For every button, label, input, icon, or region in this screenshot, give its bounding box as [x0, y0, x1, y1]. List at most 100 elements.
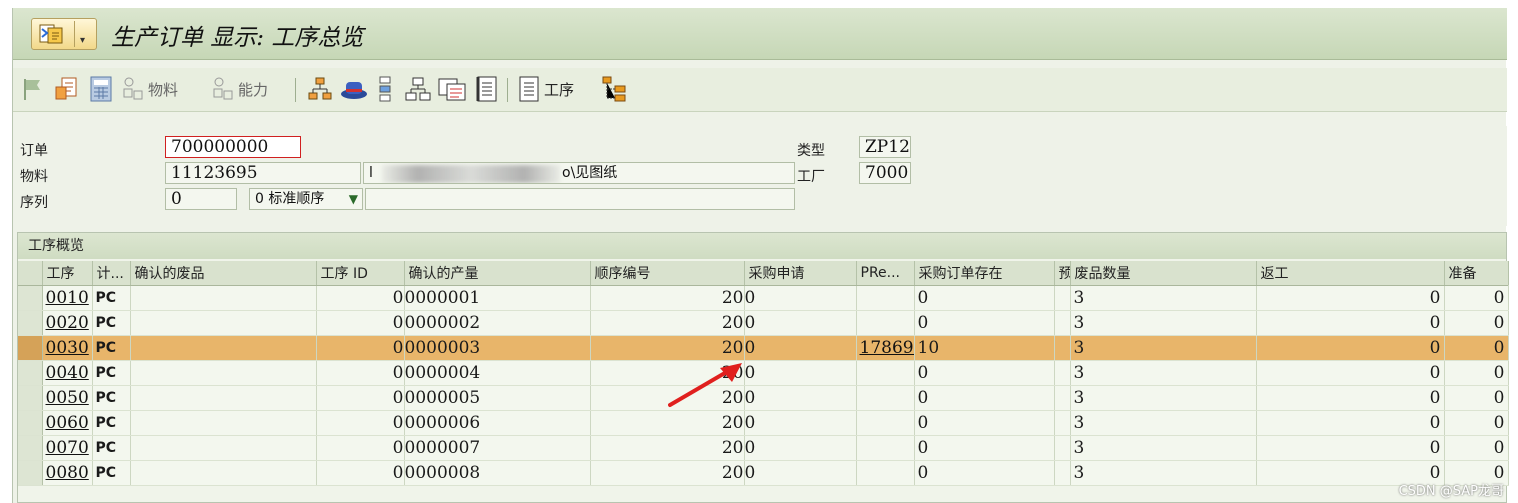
unit-cell: PC [92, 310, 131, 336]
column-header-purchase-requisition[interactable]: 采购申请 [744, 261, 857, 286]
preq-item-cell: 0 [914, 310, 1055, 336]
unit-cell: PC [92, 410, 131, 436]
hierarchy-button[interactable] [307, 74, 333, 104]
scrap-quantity-cell: 0 [1256, 285, 1445, 311]
column-header-preq-item[interactable]: PRe... [856, 261, 915, 286]
operation-id-cell: 0000002 [404, 310, 591, 336]
operation-link[interactable]: 0030 [46, 338, 89, 358]
confirmed-yield-cell: 20 [590, 360, 745, 386]
structure-button[interactable] [405, 74, 431, 104]
material-button[interactable]: 物料 [121, 74, 178, 104]
column-header-confirmed-yield[interactable]: 确认的产量 [404, 261, 591, 286]
sequence-field[interactable]: 0 [165, 188, 237, 210]
structure-icon [405, 77, 431, 101]
detail-icon [476, 76, 497, 102]
calculator-button[interactable] [89, 74, 113, 104]
unit-cell: PC [92, 385, 131, 411]
sap-window: ▾ 生产订单 显示: 工序总览 物料 能力 工序 订单 700000000 物料… [12, 8, 1509, 503]
system-menu-button[interactable]: ▾ [31, 18, 97, 50]
order-info-button[interactable] [53, 74, 81, 104]
workcenter-button[interactable] [339, 74, 369, 104]
application-toolbar: 物料 能力 工序 [13, 68, 1507, 112]
column-header-setup[interactable]: 准备 [1444, 261, 1509, 286]
column-header-operation[interactable]: 工序 [42, 261, 93, 286]
operation-id-cell: 0000003 [404, 335, 591, 361]
select-all-header[interactable] [18, 261, 43, 286]
type-field[interactable]: ZP12 [859, 136, 911, 158]
order-header: 订单 700000000 物料 11123695 l o\见图纸 序列 0 0 … [13, 126, 1507, 226]
operation-link[interactable]: 0040 [46, 363, 89, 383]
column-header-rework[interactable]: 返工 [1256, 261, 1445, 286]
column-header-confirmed-scrap[interactable]: 确认的废品 [130, 261, 317, 286]
table-row[interactable]: 0050PC0000000520003002023.1 [18, 385, 1509, 411]
material-field[interactable]: 11123695 [165, 162, 361, 184]
row-selector[interactable] [18, 310, 43, 336]
material-description-suffix: o\见图纸 [562, 165, 618, 181]
capacity-button[interactable]: 能力 [211, 74, 268, 104]
unit-cell: PC [92, 435, 131, 461]
operation-id-cell: 0000004 [404, 360, 591, 386]
row-selector[interactable] [18, 435, 43, 461]
operation-link[interactable]: 0070 [46, 438, 89, 458]
row-selector[interactable] [18, 285, 43, 311]
table-row[interactable]: 0070PC0000000720003002023.1 [18, 435, 1509, 461]
operation-id-prefix-cell: 0 [316, 360, 405, 386]
sequence-type-dropdown[interactable]: 0 标准顺序 ▼ [249, 188, 363, 210]
sequence-number-cell: 0 [744, 435, 857, 461]
operation-id-prefix-cell: 0 [316, 285, 405, 311]
sequence-button[interactable] [377, 74, 393, 104]
operation-id-cell: 0000006 [404, 410, 591, 436]
unit-cell: PC [92, 335, 131, 361]
operation-link[interactable]: 0080 [46, 463, 89, 483]
column-header-unit[interactable]: 计... [92, 261, 131, 286]
order-field[interactable]: 700000000 [165, 136, 301, 158]
row-selector[interactable] [18, 360, 43, 386]
row-selector[interactable] [18, 460, 43, 486]
operation-id-prefix-cell: 0 [316, 410, 405, 436]
column-header-p[interactable]: 预 [1054, 261, 1071, 286]
detail-button[interactable] [475, 74, 499, 104]
column-header-sequence-number[interactable]: 顺序编号 [590, 261, 745, 286]
confirmed-yield-cell: 20 [590, 410, 745, 436]
table-row[interactable]: 0080PC0000000820003002023.1 [18, 460, 1509, 486]
row-selector[interactable] [18, 385, 43, 411]
column-header-po-exists[interactable]: 采购订单存在 [914, 261, 1055, 286]
operation-link[interactable]: 0060 [46, 413, 89, 433]
table-row[interactable]: 0020PC0000000220003002023.1 [18, 310, 1509, 336]
confirmed-scrap-cell [130, 435, 317, 461]
purchase-requisition-link[interactable]: 17869164 [860, 338, 914, 358]
order-document-icon [39, 24, 63, 44]
capacity-button-label: 能力 [238, 80, 269, 99]
overview-button[interactable] [437, 74, 467, 104]
plant-field[interactable]: 7000 [859, 162, 911, 184]
table-row[interactable]: 0010PC0000000120003002023.1 [18, 285, 1509, 311]
operation-button[interactable]: 工序 [517, 74, 574, 104]
table-row[interactable]: 0030PC0000000320017869164103002023.1 [18, 335, 1509, 361]
rework-cell: 0 [1444, 435, 1509, 461]
operation-id-prefix-cell: 0 [316, 310, 405, 336]
material-description-prefix: l [369, 165, 373, 181]
operation-id-cell: 0000005 [404, 385, 591, 411]
page-title: 生产订单 显示: 工序总览 [111, 25, 364, 51]
row-selector[interactable] [18, 410, 43, 436]
dropdown-arrow-icon: ▼ [348, 192, 358, 206]
flag-button[interactable] [21, 74, 47, 104]
tree-button[interactable] [601, 74, 629, 104]
row-selector[interactable] [18, 335, 43, 361]
table-row[interactable]: 0060PC0000000620003002023.1 [18, 410, 1509, 436]
table-row[interactable]: 0040PC0000000420003002023.1 [18, 360, 1509, 386]
column-header-operation-id[interactable]: 工序 ID [316, 261, 405, 286]
unit-cell: PC [92, 285, 131, 311]
operation-link[interactable]: 0020 [46, 313, 89, 333]
sequence-number-cell: 0 [744, 335, 857, 361]
operation-id-prefix-cell: 0 [316, 460, 405, 486]
rework-cell: 0 [1444, 410, 1509, 436]
p-cell: 3 [1070, 285, 1257, 311]
operation-link[interactable]: 0010 [46, 288, 89, 308]
type-label: 类型 [797, 143, 825, 159]
calculator-icon [90, 76, 112, 102]
column-header-scrap-quantity[interactable]: 废品数量 [1070, 261, 1257, 286]
confirmed-yield-cell: 20 [590, 335, 745, 361]
sequence-number-cell: 0 [744, 460, 857, 486]
operation-link[interactable]: 0050 [46, 388, 89, 408]
